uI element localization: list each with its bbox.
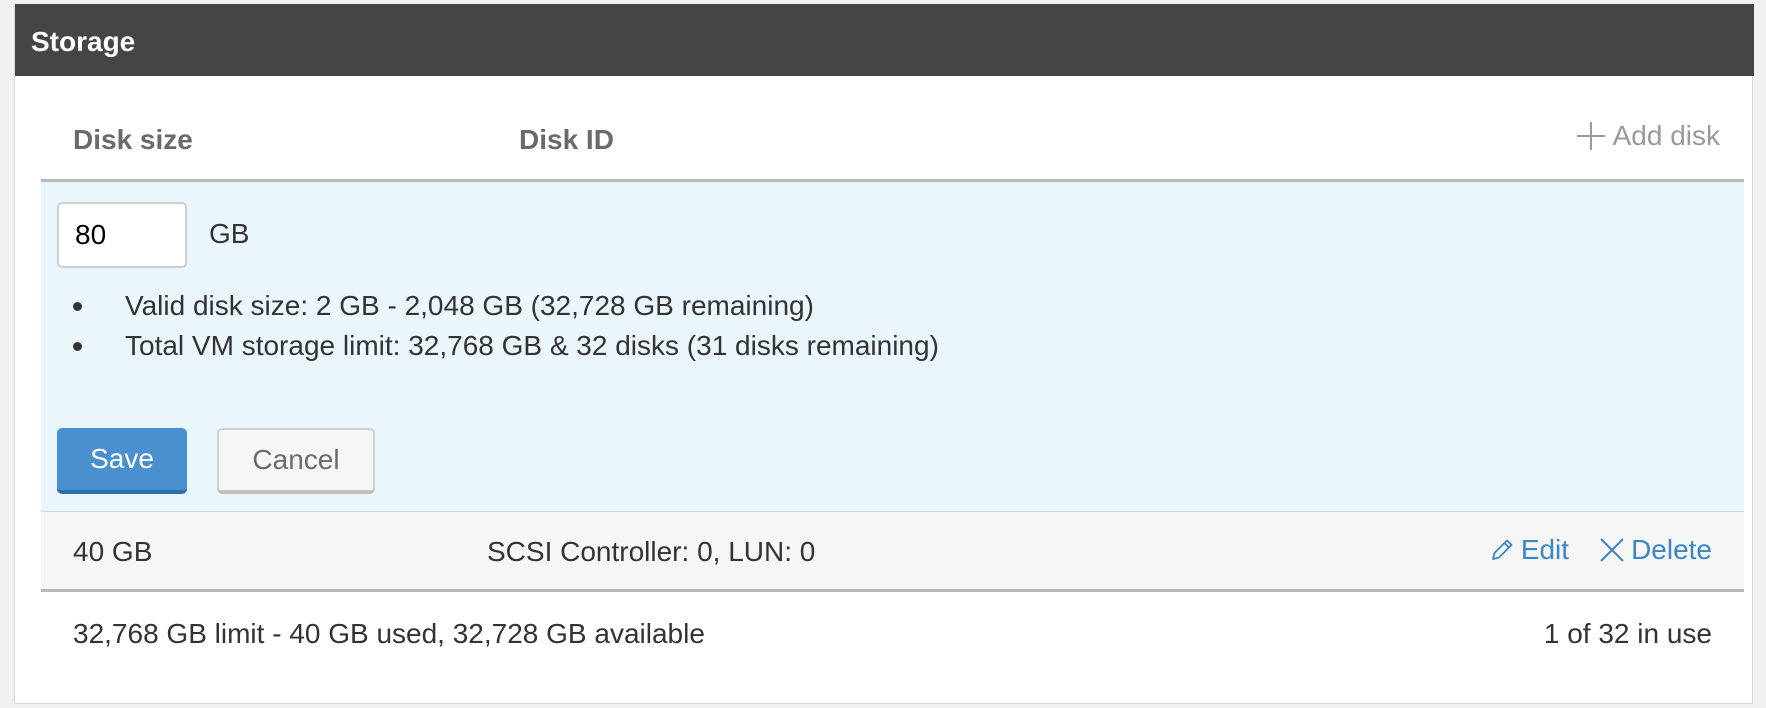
edit-button[interactable]: Edit [1489, 534, 1569, 566]
save-button[interactable]: Save [57, 428, 187, 494]
size-unit-label: GB [209, 218, 250, 249]
column-header-disk-id: Disk ID [519, 124, 614, 155]
table-header: Disk size Disk ID Add disk [41, 76, 1744, 182]
rule-storage-limit: Total VM storage limit: 32,768 GB & 32 d… [73, 326, 939, 366]
plus-icon [1576, 122, 1605, 150]
edit-label: Edit [1520, 534, 1570, 565]
add-disk-label: Add disk [1612, 120, 1720, 151]
add-disk-button[interactable]: Add disk [1576, 120, 1720, 152]
cancel-button[interactable]: Cancel [217, 428, 375, 494]
row-actions: Edit Delete [1489, 534, 1712, 566]
disk-size-input[interactable] [57, 202, 187, 268]
disk-size-cell: 40 GB [73, 536, 153, 567]
panel-header: Storage [15, 4, 1754, 76]
pencil-icon [1491, 539, 1513, 560]
disk-id-cell: SCSI Controller: 0, LUN: 0 [487, 536, 816, 567]
close-icon [1600, 538, 1624, 562]
panel-title: Storage [31, 26, 136, 57]
storage-summary: 32,768 GB limit - 40 GB used, 32,728 GB … [41, 592, 1744, 678]
table-row: 40 GB SCSI Controller: 0, LUN: 0 Edit De… [41, 512, 1744, 592]
disk-count-text: 1 of 32 in use [1543, 618, 1712, 649]
disk-size-rules: Valid disk size: 2 GB - 2,048 GB (32,728… [73, 286, 939, 366]
disk-edit-row: GB Valid disk size: 2 GB - 2,048 GB (32,… [41, 182, 1744, 512]
column-header-disk-size: Disk size [73, 124, 193, 155]
delete-button[interactable]: Delete [1599, 534, 1712, 566]
storage-panel: Storage Disk size Disk ID Add disk GB Va… [14, 4, 1754, 704]
disk-table: Disk size Disk ID Add disk GB Valid disk… [41, 76, 1744, 678]
rule-valid-size: Valid disk size: 2 GB - 2,048 GB (32,728… [73, 286, 939, 326]
storage-usage-text: 32,768 GB limit - 40 GB used, 32,728 GB … [73, 618, 705, 649]
delete-label: Delete [1631, 534, 1712, 565]
